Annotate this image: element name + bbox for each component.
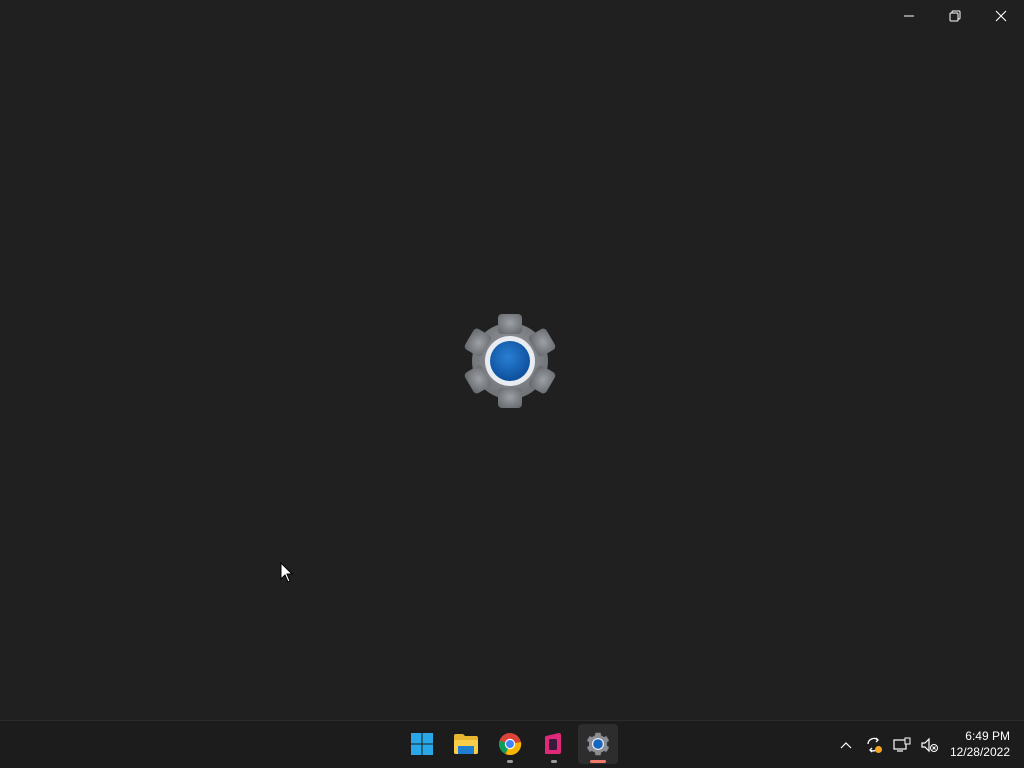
sync-status-button[interactable] (862, 731, 886, 759)
chevron-up-icon (840, 741, 852, 748)
restore-button[interactable] (932, 0, 978, 32)
settings-window (0, 0, 1024, 720)
sync-alert-icon (867, 737, 882, 753)
network-button[interactable] (890, 731, 914, 759)
minimize-icon (904, 15, 914, 17)
taskbar-chrome-button[interactable] (490, 724, 530, 764)
clock-date: 12/28/2022 (949, 745, 1010, 759)
volume-button[interactable] (918, 731, 942, 759)
clock-time: 6:49 PM (965, 729, 1010, 743)
taskbar-clock[interactable]: 6:49 PM 12/28/2022 (950, 728, 1010, 760)
active-indicator (590, 760, 606, 763)
running-indicator (551, 760, 557, 763)
show-hidden-icons-button[interactable] (834, 731, 858, 759)
system-tray (834, 721, 942, 768)
pink-app-icon (545, 733, 561, 754)
chrome-icon (498, 733, 522, 756)
mouse-cursor-icon (280, 562, 294, 583)
close-button[interactable] (978, 0, 1024, 32)
taskbar-pink-app-button[interactable] (534, 724, 574, 764)
running-indicator (507, 760, 513, 763)
folder-icon (454, 734, 478, 754)
restore-icon (949, 10, 961, 22)
volume-muted-icon (921, 737, 938, 752)
windows-start-icon (411, 733, 433, 755)
caption-buttons (886, 0, 1024, 32)
settings-gear-icon (587, 732, 609, 756)
taskbar: 6:49 PM 12/28/2022 (0, 720, 1024, 768)
network-icon (893, 737, 911, 752)
minimize-button[interactable] (886, 0, 932, 32)
taskbar-settings-button[interactable] (578, 724, 618, 764)
taskbar-start-button[interactable] (402, 724, 442, 764)
taskbar-apps (402, 724, 618, 764)
settings-gear-icon (464, 314, 556, 408)
close-icon (995, 10, 1007, 22)
taskbar-file-explorer-button[interactable] (446, 724, 486, 764)
